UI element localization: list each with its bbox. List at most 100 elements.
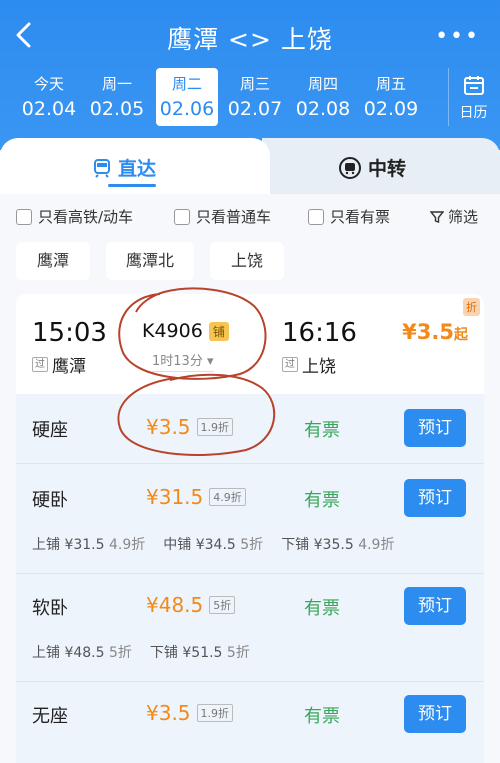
- station-chip-shangrao[interactable]: 上饶: [210, 242, 284, 280]
- seat-price-value: ¥31.5: [146, 485, 204, 509]
- date-tab-02.09[interactable]: 周五 02.09: [360, 68, 422, 126]
- filter-bar: 只看高铁/动车 只看普通车 只看有票 筛选: [16, 204, 486, 230]
- filter-available-label: 只看有票: [330, 208, 391, 226]
- seat-list: 硬座 ¥3.5 1.9折 有票 预订 硬卧 ¥31.5 4.9折 有票 预订 上…: [16, 394, 484, 763]
- checkbox[interactable]: [174, 208, 190, 225]
- seat-price: ¥3.5 1.9折: [146, 415, 234, 439]
- availability: 有票: [304, 420, 340, 441]
- filter-high-speed[interactable]: 只看高铁/动车: [16, 206, 133, 227]
- berth-prices: 上铺 ¥31.5 4.9折 中铺 ¥34.5 5折 下铺 ¥35.5 4.9折: [32, 534, 394, 554]
- berth-lower: 下铺 ¥51.5 5折: [150, 642, 250, 662]
- train-card[interactable]: 15:03 过 鹰潭 K4906 铺 1时13分 ▾ 16:16 过 上饶 ¥3…: [16, 294, 484, 763]
- date-value: 02.06: [159, 98, 215, 120]
- book-button[interactable]: 预订: [404, 695, 466, 733]
- seat-name: 硬座: [32, 420, 68, 441]
- lowest-price-suffix: 起: [454, 327, 468, 343]
- berth-upper: 上铺 ¥31.5 4.9折: [32, 534, 145, 554]
- date-weekday: 周三: [239, 75, 270, 93]
- lowest-price-value: ¥3.5: [402, 320, 454, 344]
- berth-discount: 4.9折: [358, 537, 395, 553]
- date-selector: 今天 02.04 周一 02.05 周二 02.06 周三 02.07 周四 02.08 周五 02.…: [10, 68, 490, 128]
- depart-station: 过 鹰潭: [32, 352, 86, 377]
- train-summary[interactable]: 15:03 过 鹰潭 K4906 铺 1时13分 ▾ 16:16 过 上饶 ¥3…: [16, 294, 484, 394]
- duration-toggle[interactable]: 1时13分 ▾: [152, 350, 214, 372]
- berth-price: ¥31.5: [64, 537, 105, 553]
- seat-price-value: ¥3.5: [146, 701, 191, 725]
- berth-name: 上铺: [32, 537, 60, 553]
- checkbox[interactable]: [16, 208, 32, 225]
- seat-row-soft-sleeper: 软卧 ¥48.5 5折 有票 预订 上铺 ¥48.5 5折 下铺 ¥51.5 5…: [16, 574, 484, 682]
- book-button[interactable]: 预订: [404, 409, 466, 447]
- seat-name: 无座: [32, 706, 68, 727]
- seat-row-hard-seat: 硬座 ¥3.5 1.9折 有票 预订: [16, 394, 484, 464]
- date-tab-02.08[interactable]: 周四 02.08: [292, 68, 354, 126]
- book-button[interactable]: 预订: [404, 479, 466, 517]
- seat-price-value: ¥3.5: [146, 415, 191, 439]
- station-chip-yingtan[interactable]: 鹰潭: [16, 242, 90, 280]
- berth-name: 中铺: [163, 537, 192, 553]
- berth-name: 上铺: [32, 645, 60, 661]
- funnel-icon: [429, 210, 444, 223]
- book-button[interactable]: 预订: [404, 587, 466, 625]
- date-value: 02.04: [21, 98, 77, 120]
- berth-price: ¥35.5: [313, 537, 354, 553]
- seat-price: ¥3.5 1.9折: [146, 701, 234, 725]
- berth-name: 下铺: [281, 537, 310, 553]
- seat-discount: 1.9折: [196, 418, 234, 436]
- pass-tag: 过: [282, 357, 298, 372]
- berth-name: 下铺: [149, 645, 178, 661]
- calendar-icon: [463, 76, 484, 95]
- transfer-icon: [339, 156, 361, 179]
- date-value: 02.09: [363, 98, 419, 120]
- berth-discount: 5折: [226, 645, 250, 661]
- availability: 有票: [304, 490, 340, 511]
- more-icon[interactable]: •••: [435, 24, 480, 49]
- date-weekday: 周五: [375, 75, 406, 93]
- berth-discount: 4.9折: [109, 537, 146, 553]
- station-chip-yingtan-north[interactable]: 鹰潭北: [106, 242, 194, 280]
- filter-button[interactable]: 筛选: [429, 206, 478, 227]
- train-number: K4906 铺: [142, 320, 229, 342]
- duration-label: 1时13分: [152, 354, 203, 369]
- tab-underline: [108, 184, 156, 187]
- tab-direct[interactable]: 直达: [92, 154, 156, 181]
- results-panel: 只看高铁/动车 只看普通车 只看有票 筛选 鹰潭 鹰潭北 上饶 15:03 过 …: [0, 194, 500, 763]
- filter-normal-label: 只看普通车: [196, 208, 272, 226]
- date-value: 02.05: [89, 98, 145, 120]
- train-number-label: K4906: [142, 320, 203, 342]
- filter-high-speed-label: 只看高铁/动车: [38, 208, 134, 226]
- berth-upper: 上铺 ¥48.5 5折: [32, 642, 132, 662]
- calendar-button[interactable]: 日历: [448, 68, 498, 126]
- date-tab-02.04[interactable]: 今天 02.04: [18, 68, 80, 126]
- lowest-price: ¥3.5起: [402, 320, 468, 344]
- checkbox[interactable]: [308, 208, 324, 225]
- seat-price: ¥31.5 4.9折: [146, 485, 246, 509]
- availability: 有票: [304, 598, 340, 619]
- availability: 有票: [304, 706, 340, 727]
- date-weekday: 周四: [307, 75, 338, 93]
- seat-price: ¥48.5 5折: [146, 593, 236, 617]
- tab-transfer[interactable]: 中转: [338, 154, 406, 181]
- filter-normal[interactable]: 只看普通车: [174, 206, 271, 227]
- berth-middle: 中铺 ¥34.5 5折: [163, 534, 263, 554]
- arrive-station-name: 上饶: [302, 357, 336, 377]
- seat-row-hard-sleeper: 硬卧 ¥31.5 4.9折 有票 预订 上铺 ¥31.5 4.9折 中铺 ¥34…: [16, 464, 484, 574]
- sleeper-badge: 铺: [208, 321, 229, 341]
- top-bar: 鹰潭 <> 上饶 •••: [0, 10, 500, 60]
- seat-name: 硬卧: [32, 490, 68, 511]
- date-tab-02.06[interactable]: 周二 02.06: [156, 68, 218, 126]
- date-tab-02.07[interactable]: 周三 02.07: [224, 68, 286, 126]
- date-value: 02.07: [227, 98, 283, 120]
- date-tab-02.05[interactable]: 周一 02.05: [86, 68, 148, 126]
- filter-available[interactable]: 只看有票: [308, 206, 390, 227]
- filter-button-label: 筛选: [447, 208, 478, 226]
- date-weekday: 周二: [171, 75, 202, 93]
- berth-lower: 下铺 ¥35.5 4.9折: [281, 534, 394, 554]
- tab-transfer-label: 中转: [368, 158, 407, 180]
- date-weekday: 今天: [33, 75, 64, 93]
- seat-discount: 5折: [209, 596, 236, 614]
- arrive-station: 过 上饶: [282, 352, 336, 377]
- pass-tag: 过: [32, 357, 48, 372]
- header: 鹰潭 <> 上饶 ••• 今天 02.04 周一 02.05 周二 02.06 周三 02.0…: [0, 0, 500, 150]
- calendar-label: 日历: [459, 105, 488, 121]
